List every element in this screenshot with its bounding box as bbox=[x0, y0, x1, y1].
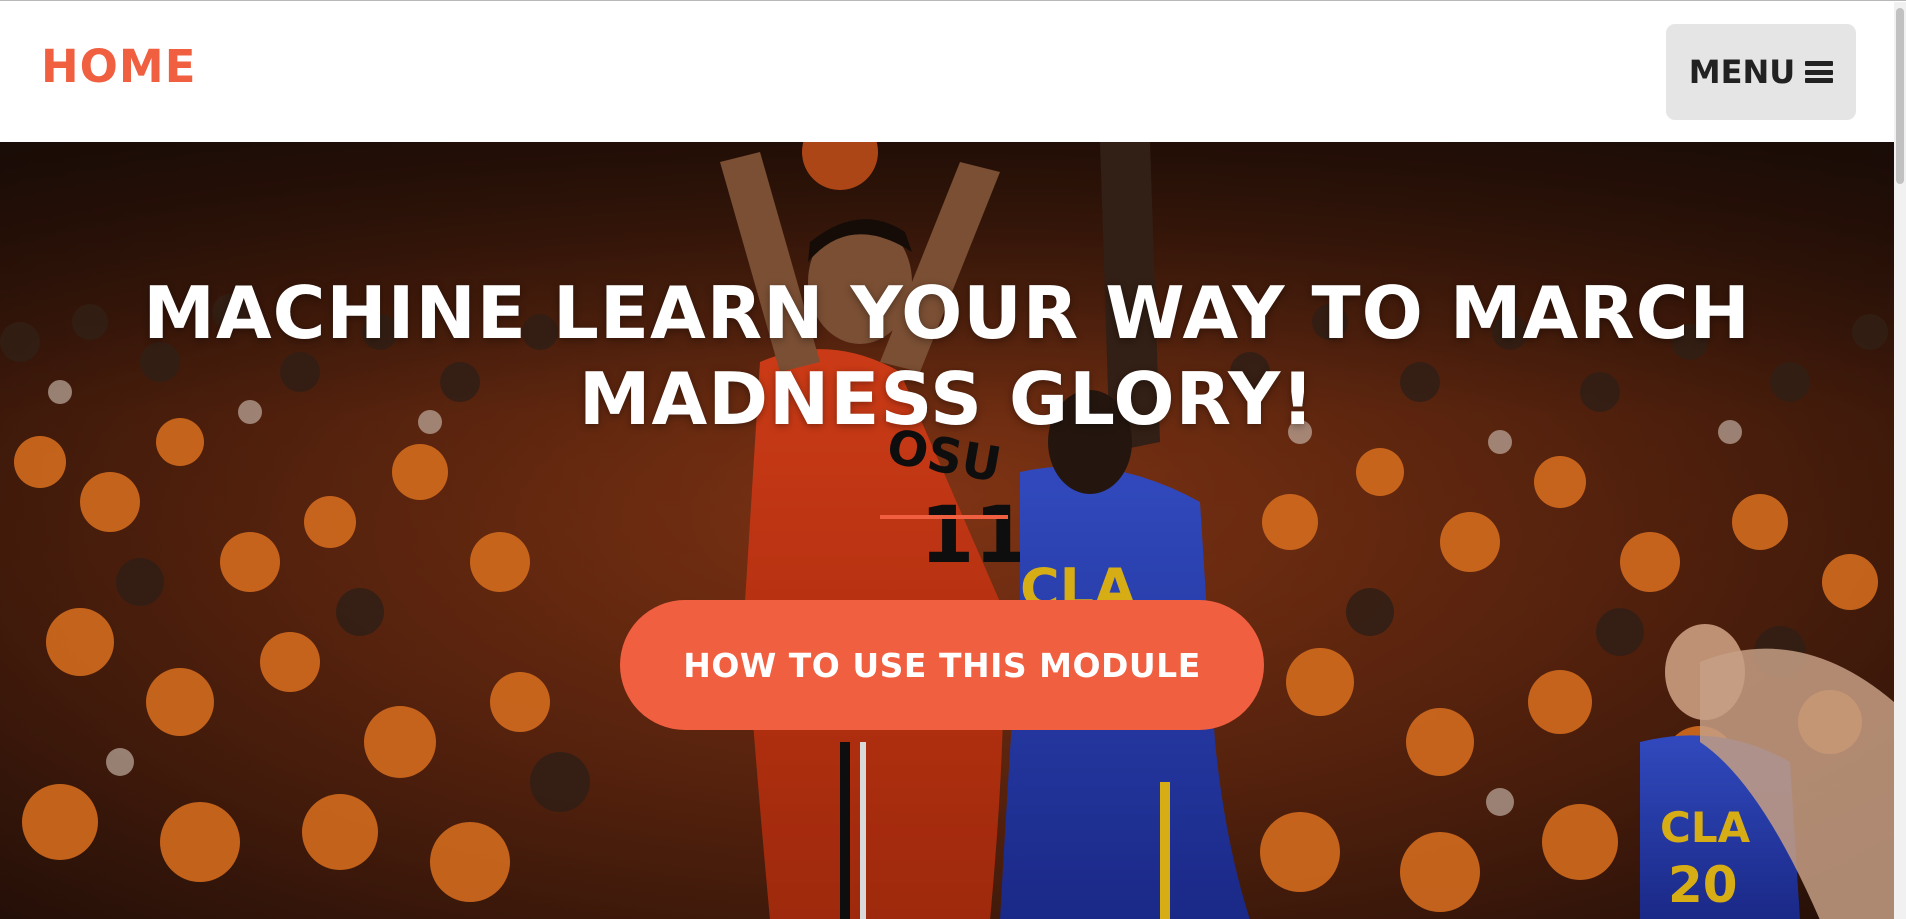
browser-viewport: HOME MENU 11 OSU CLA CLA 20 MACHINE LEAR… bbox=[0, 0, 1906, 919]
hero-title-line-2: MADNESS GLORY! bbox=[578, 357, 1316, 441]
hero-section: 11 OSU CLA CLA 20 MACHINE LEARN YOUR WAY… bbox=[0, 142, 1894, 919]
hero-title: MACHINE LEARN YOUR WAY TO MARCH MADNESS … bbox=[120, 270, 1774, 442]
hero-title-line-1: MACHINE LEARN YOUR WAY TO MARCH bbox=[143, 271, 1751, 355]
home-link[interactable]: HOME bbox=[41, 40, 196, 93]
menu-label: MENU bbox=[1688, 53, 1796, 91]
how-to-use-button[interactable]: HOW TO USE THIS MODULE bbox=[620, 600, 1264, 730]
top-navbar: HOME MENU bbox=[0, 2, 1894, 142]
vertical-scrollbar[interactable] bbox=[1894, 2, 1906, 919]
bars-icon bbox=[1805, 61, 1834, 83]
scrollbar-thumb[interactable] bbox=[1896, 8, 1904, 184]
title-divider bbox=[880, 515, 1008, 519]
menu-button[interactable]: MENU bbox=[1666, 24, 1856, 120]
basketball-background-image: 11 OSU CLA CLA 20 bbox=[0, 142, 1894, 919]
